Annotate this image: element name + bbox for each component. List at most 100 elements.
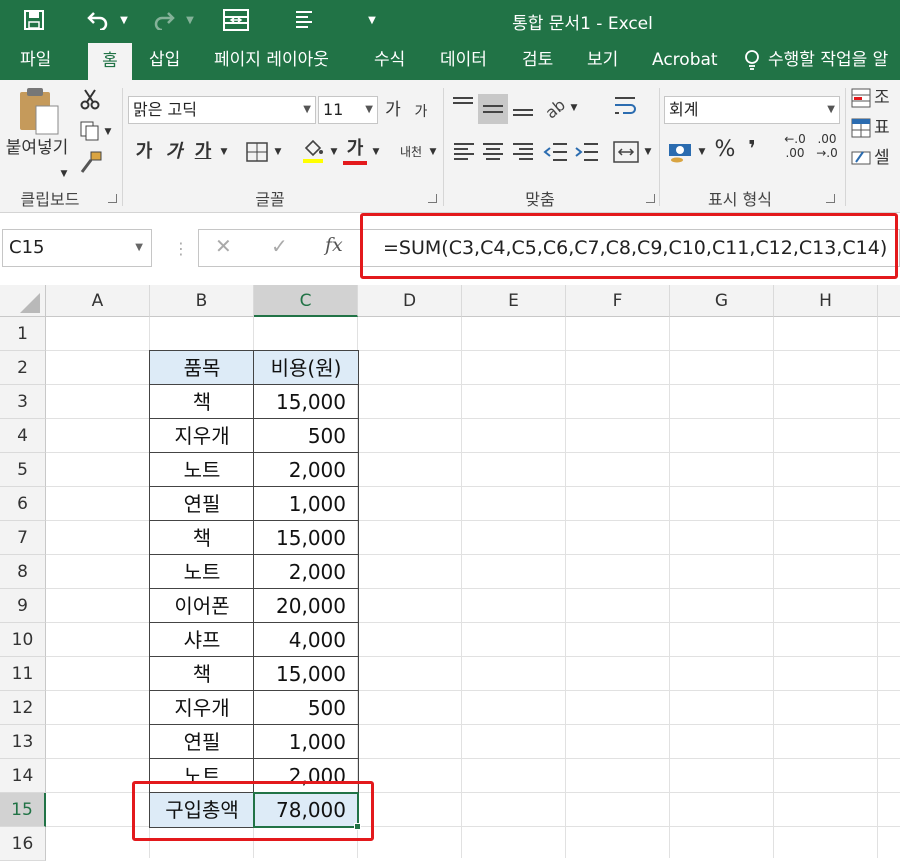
row-header-13[interactable]: 13 xyxy=(0,725,46,759)
tab-acrobat[interactable]: Acrobat xyxy=(652,40,718,80)
accounting-format-icon[interactable] xyxy=(667,138,693,164)
font-size-value: 11 xyxy=(323,100,344,119)
number-format-value: 회계 xyxy=(669,100,699,119)
font-color-dropdown-icon[interactable]: ▼ xyxy=(370,138,382,166)
row-header-5[interactable]: 5 xyxy=(0,453,46,487)
cell-styles-icon[interactable] xyxy=(851,148,871,168)
tab-formulas[interactable]: 수식 xyxy=(374,40,405,80)
format-as-table-button[interactable]: 표 xyxy=(874,114,900,142)
row-header-14[interactable]: 14 xyxy=(0,759,46,793)
wrap-text-icon[interactable] xyxy=(613,94,639,120)
row-header-1[interactable]: 1 xyxy=(0,317,46,351)
align-right-icon[interactable] xyxy=(511,140,535,164)
insert-function-icon[interactable]: fx xyxy=(325,234,343,256)
formula-highlight-box xyxy=(360,213,898,279)
underline-dropdown-icon[interactable]: ▼ xyxy=(218,138,230,166)
tab-home[interactable]: 홈 xyxy=(88,43,132,80)
tab-file[interactable]: 파일 xyxy=(20,40,51,80)
borders-dropdown-icon[interactable]: ▼ xyxy=(272,138,284,166)
number-launcher-icon[interactable] xyxy=(826,194,835,203)
select-all-corner[interactable] xyxy=(0,285,46,317)
row-header-3[interactable]: 3 xyxy=(0,385,46,419)
orientation-dropdown-icon[interactable]: ▼ xyxy=(568,94,580,122)
comma-style-button[interactable]: ❜ xyxy=(742,136,762,164)
align-left-icon[interactable] xyxy=(452,140,476,164)
tab-data[interactable]: 데이터 xyxy=(440,40,487,80)
align-top-icon[interactable] xyxy=(452,96,474,114)
worksheet-grid[interactable]: A B C D E F G H 1 2 3 4 5 6 7 8 9 10 11 … xyxy=(0,285,900,861)
borders-icon[interactable] xyxy=(245,141,269,163)
column-header-g[interactable]: G xyxy=(670,285,774,317)
conditional-formatting-button[interactable]: 조 xyxy=(874,84,900,112)
grow-font-button[interactable]: 가 xyxy=(382,96,404,124)
row-header-15[interactable]: 15 xyxy=(0,793,46,827)
alignment-launcher-icon[interactable] xyxy=(646,194,655,203)
column-header-e[interactable]: E xyxy=(462,285,566,317)
column-header-c[interactable]: C xyxy=(254,285,358,317)
column-header-a[interactable]: A xyxy=(46,285,150,317)
format-as-table-icon[interactable] xyxy=(851,118,871,138)
bold-button[interactable]: 가 xyxy=(133,138,155,166)
column-header-h[interactable]: H xyxy=(774,285,878,317)
font-name-combo[interactable]: 맑은 고딕 ▼ xyxy=(128,96,316,124)
column-header-partial[interactable] xyxy=(878,285,900,317)
row-header-16[interactable]: 16 xyxy=(0,827,46,861)
column-header-b[interactable]: B xyxy=(150,285,254,317)
paste-icon[interactable] xyxy=(14,86,64,138)
copy-dropdown-icon[interactable]: ▼ xyxy=(102,118,114,146)
column-header-f[interactable]: F xyxy=(566,285,670,317)
paste-dropdown-icon[interactable]: ▼ xyxy=(58,160,70,188)
tab-view[interactable]: 보기 xyxy=(587,40,618,80)
conditional-formatting-icon[interactable] xyxy=(851,88,871,108)
row-header-7[interactable]: 7 xyxy=(0,521,46,555)
row-header-4[interactable]: 4 xyxy=(0,419,46,453)
increase-decimal-button[interactable]: ←.0 .00 xyxy=(780,132,810,166)
cancel-icon[interactable]: ✕ xyxy=(215,234,232,258)
tab-insert[interactable]: 삽입 xyxy=(149,40,180,80)
shrink-font-button[interactable]: 가 xyxy=(410,98,432,126)
row-header-9[interactable]: 9 xyxy=(0,589,46,623)
italic-button[interactable]: 가 xyxy=(163,138,185,166)
underline-button[interactable]: 가 xyxy=(192,138,214,166)
orientation-icon[interactable]: ab xyxy=(541,94,569,122)
row-header-8[interactable]: 8 xyxy=(0,555,46,589)
tab-page-layout[interactable]: 페이지 레이아웃 xyxy=(214,40,329,80)
column-header-d[interactable]: D xyxy=(358,285,462,317)
fill-color-dropdown-icon[interactable]: ▼ xyxy=(328,138,340,166)
decrease-decimal-button[interactable]: .00 →.0 xyxy=(812,132,842,166)
format-painter-icon[interactable] xyxy=(79,150,103,174)
row-header-10[interactable]: 10 xyxy=(0,623,46,657)
accounting-dropdown-icon[interactable]: ▼ xyxy=(696,138,708,166)
paste-button[interactable]: 붙여넣기 xyxy=(0,134,74,162)
cut-icon[interactable] xyxy=(79,88,101,110)
table-border-inner xyxy=(149,588,359,589)
name-box-value: C15 xyxy=(9,237,45,258)
percent-style-button[interactable]: % xyxy=(712,136,738,164)
row-header-6[interactable]: 6 xyxy=(0,487,46,521)
fill-color-icon[interactable] xyxy=(300,138,326,164)
number-format-combo[interactable]: 회계 ▼ xyxy=(664,96,840,124)
name-box[interactable]: C15 ▼ xyxy=(2,229,152,267)
font-launcher-icon[interactable] xyxy=(428,194,437,203)
cell-styles-button[interactable]: 셀 xyxy=(874,144,900,172)
enter-icon[interactable]: ✓ xyxy=(271,234,288,258)
phonetic-dropdown-icon[interactable]: ▼ xyxy=(427,138,439,166)
align-middle-icon[interactable] xyxy=(478,94,508,124)
tell-me-search[interactable]: 수행할 작업을 알 xyxy=(768,40,888,80)
row-header-2[interactable]: 2 xyxy=(0,351,46,385)
align-bottom-icon[interactable] xyxy=(512,96,534,118)
font-size-combo[interactable]: 11 ▼ xyxy=(318,96,378,124)
row-header-12[interactable]: 12 xyxy=(0,691,46,725)
decrease-indent-icon[interactable] xyxy=(543,140,569,164)
copy-icon[interactable] xyxy=(79,120,101,142)
align-center-icon[interactable] xyxy=(481,140,505,164)
merge-center-icon[interactable] xyxy=(613,140,639,164)
splitter-dots-icon[interactable]: ⋮ xyxy=(173,239,189,258)
font-color-button[interactable]: 가 xyxy=(344,135,366,163)
increase-indent-icon[interactable] xyxy=(574,140,600,164)
row-header-11[interactable]: 11 xyxy=(0,657,46,691)
clipboard-launcher-icon[interactable] xyxy=(108,194,117,203)
tab-review[interactable]: 검토 xyxy=(522,40,553,80)
merge-dropdown-icon[interactable]: ▼ xyxy=(642,138,654,166)
phonetic-button[interactable]: 내천 xyxy=(396,138,426,166)
